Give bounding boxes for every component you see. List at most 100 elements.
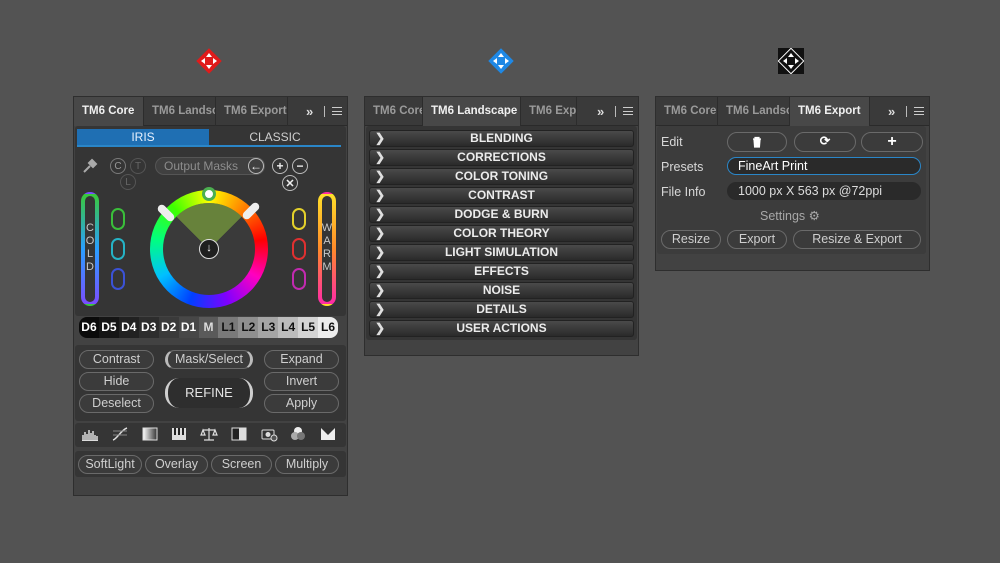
hue-handle[interactable]: [202, 187, 216, 201]
channel-c-button[interactable]: C: [110, 158, 126, 174]
refresh-icon: ⟳: [819, 134, 831, 148]
contrast-button[interactable]: Contrast: [79, 350, 154, 369]
camera-settings-icon[interactable]: [259, 425, 279, 443]
chevron-right-icon: ❯: [375, 264, 386, 278]
refresh-preset-button[interactable]: ⟳: [794, 132, 856, 152]
tabs-overflow-icon[interactable]: »: [597, 97, 604, 126]
zone-m[interactable]: M: [198, 317, 219, 338]
eyedropper-icon[interactable]: [81, 157, 99, 175]
red-mask-button[interactable]: [292, 238, 306, 260]
channel-t-button[interactable]: T: [130, 158, 146, 174]
gradient-icon[interactable]: [140, 425, 160, 443]
balance-icon[interactable]: [199, 425, 219, 443]
color-wheel[interactable]: ↓: [150, 187, 268, 308]
zone-strip: D6 D5 D4 D3 D2 D1 M L1 L2 L3 L4 L5 L6: [79, 317, 338, 338]
warm-label: W A R M: [321, 222, 333, 273]
section-effects[interactable]: ❯ EFFECTS: [369, 263, 634, 280]
tab-separator: [324, 106, 325, 117]
export-button[interactable]: Export: [727, 230, 787, 249]
blue-mask-button[interactable]: [111, 268, 125, 290]
zone-l3[interactable]: L3: [258, 317, 279, 338]
preset-select[interactable]: FineArt Print: [727, 157, 921, 175]
section-noise[interactable]: ❯ NOISE: [369, 282, 634, 299]
add-mask-icon[interactable]: +: [272, 158, 288, 174]
add-preset-button[interactable]: +: [861, 132, 923, 152]
clear-mask-icon[interactable]: ✕: [282, 175, 298, 191]
zone-l4[interactable]: L4: [278, 317, 299, 338]
zone-l6[interactable]: L6: [318, 317, 338, 338]
panel-menu-icon[interactable]: [914, 107, 924, 115]
refine-button[interactable]: REFINE: [165, 378, 253, 408]
rgb-channels-icon[interactable]: [288, 425, 308, 443]
section-contrast[interactable]: ❯ CONTRAST: [369, 187, 634, 204]
histogram-icon[interactable]: [80, 425, 100, 443]
tab-core[interactable]: TM6 Core: [656, 97, 718, 126]
zone-d5[interactable]: D5: [98, 317, 119, 338]
remove-mask-icon[interactable]: −: [292, 158, 308, 174]
channel-l-button[interactable]: L: [120, 174, 136, 190]
tab-landscape[interactable]: TM6 Landscape: [423, 97, 521, 126]
tab-core[interactable]: TM6 Core: [365, 97, 423, 126]
back-arrow-icon[interactable]: ←: [248, 158, 264, 174]
zone-l5[interactable]: L5: [298, 317, 319, 338]
curves-icon[interactable]: [110, 425, 130, 443]
delete-preset-button[interactable]: [727, 132, 787, 152]
tabs-overflow-icon[interactable]: »: [888, 97, 895, 126]
section-details[interactable]: ❯ DETAILS: [369, 301, 634, 318]
tab-core[interactable]: TM6 Core: [74, 97, 144, 126]
tab-export[interactable]: TM6 Export: [216, 97, 288, 126]
zone-d3[interactable]: D3: [138, 317, 159, 338]
panel-menu-icon[interactable]: [623, 107, 633, 115]
invert-button[interactable]: Invert: [264, 372, 339, 391]
section-corrections[interactable]: ❯ CORRECTIONS: [369, 149, 634, 166]
hide-button[interactable]: Hide: [79, 372, 154, 391]
iris-mode-button[interactable]: IRIS: [77, 129, 209, 145]
chevron-right-icon: ❯: [375, 226, 386, 240]
cyan-mask-button[interactable]: [111, 238, 125, 260]
mask-select-button[interactable]: Mask/Select: [165, 350, 253, 369]
multiply-button[interactable]: Multiply: [275, 455, 339, 474]
tab-export[interactable]: TM6 Export: [790, 97, 870, 126]
panel-menu-icon[interactable]: [332, 107, 342, 115]
classic-mode-button[interactable]: CLASSIC: [209, 129, 341, 145]
tm6-export-logo-icon: [778, 48, 804, 74]
screen-button[interactable]: Screen: [211, 455, 272, 474]
tab-landscape[interactable]: TM6 Landsc: [144, 97, 216, 126]
zone-d6[interactable]: D6: [79, 317, 99, 338]
presets-label: Presets: [661, 160, 704, 174]
softlight-button[interactable]: SoftLight: [78, 455, 142, 474]
core-tabbar: TM6 Core TM6 Landsc TM6 Export »: [74, 97, 347, 126]
tabs-overflow-icon[interactable]: »: [306, 97, 313, 126]
deselect-button[interactable]: Deselect: [79, 394, 154, 413]
piano-keys-icon[interactable]: [169, 425, 189, 443]
tab-landscape[interactable]: TM6 Landsc: [718, 97, 790, 126]
tm6-landscape-logo-icon: [488, 48, 514, 74]
settings-link[interactable]: Settings ⚙: [760, 208, 820, 223]
chevron-right-icon: ❯: [375, 283, 386, 297]
section-user-actions[interactable]: ❯ USER ACTIONS: [369, 320, 634, 337]
apply-button[interactable]: Apply: [264, 394, 339, 413]
overlay-button[interactable]: Overlay: [145, 455, 208, 474]
section-blending[interactable]: ❯ BLENDING: [369, 130, 634, 147]
split-tone-icon[interactable]: [229, 425, 249, 443]
vignette-icon[interactable]: [318, 425, 338, 443]
wheel-center-icon[interactable]: ↓: [199, 239, 219, 259]
edit-label: Edit: [661, 135, 683, 149]
tab-export[interactable]: TM6 Expo: [521, 97, 577, 126]
section-dodge-burn[interactable]: ❯ DODGE & BURN: [369, 206, 634, 223]
section-color-theory[interactable]: ❯ COLOR THEORY: [369, 225, 634, 242]
resize-button[interactable]: Resize: [661, 230, 721, 249]
chevron-right-icon: ❯: [375, 245, 386, 259]
section-light-simulation[interactable]: ❯ LIGHT SIMULATION: [369, 244, 634, 261]
expand-button[interactable]: Expand: [264, 350, 339, 369]
zone-d2[interactable]: D2: [158, 317, 179, 338]
magenta-mask-button[interactable]: [292, 268, 306, 290]
section-color-toning[interactable]: ❯ COLOR TONING: [369, 168, 634, 185]
zone-d1[interactable]: D1: [178, 317, 199, 338]
yellow-mask-button[interactable]: [292, 208, 306, 230]
green-mask-button[interactable]: [111, 208, 125, 230]
zone-l2[interactable]: L2: [238, 317, 259, 338]
zone-l1[interactable]: L1: [218, 317, 239, 338]
resize-export-button[interactable]: Resize & Export: [793, 230, 921, 249]
zone-d4[interactable]: D4: [118, 317, 139, 338]
